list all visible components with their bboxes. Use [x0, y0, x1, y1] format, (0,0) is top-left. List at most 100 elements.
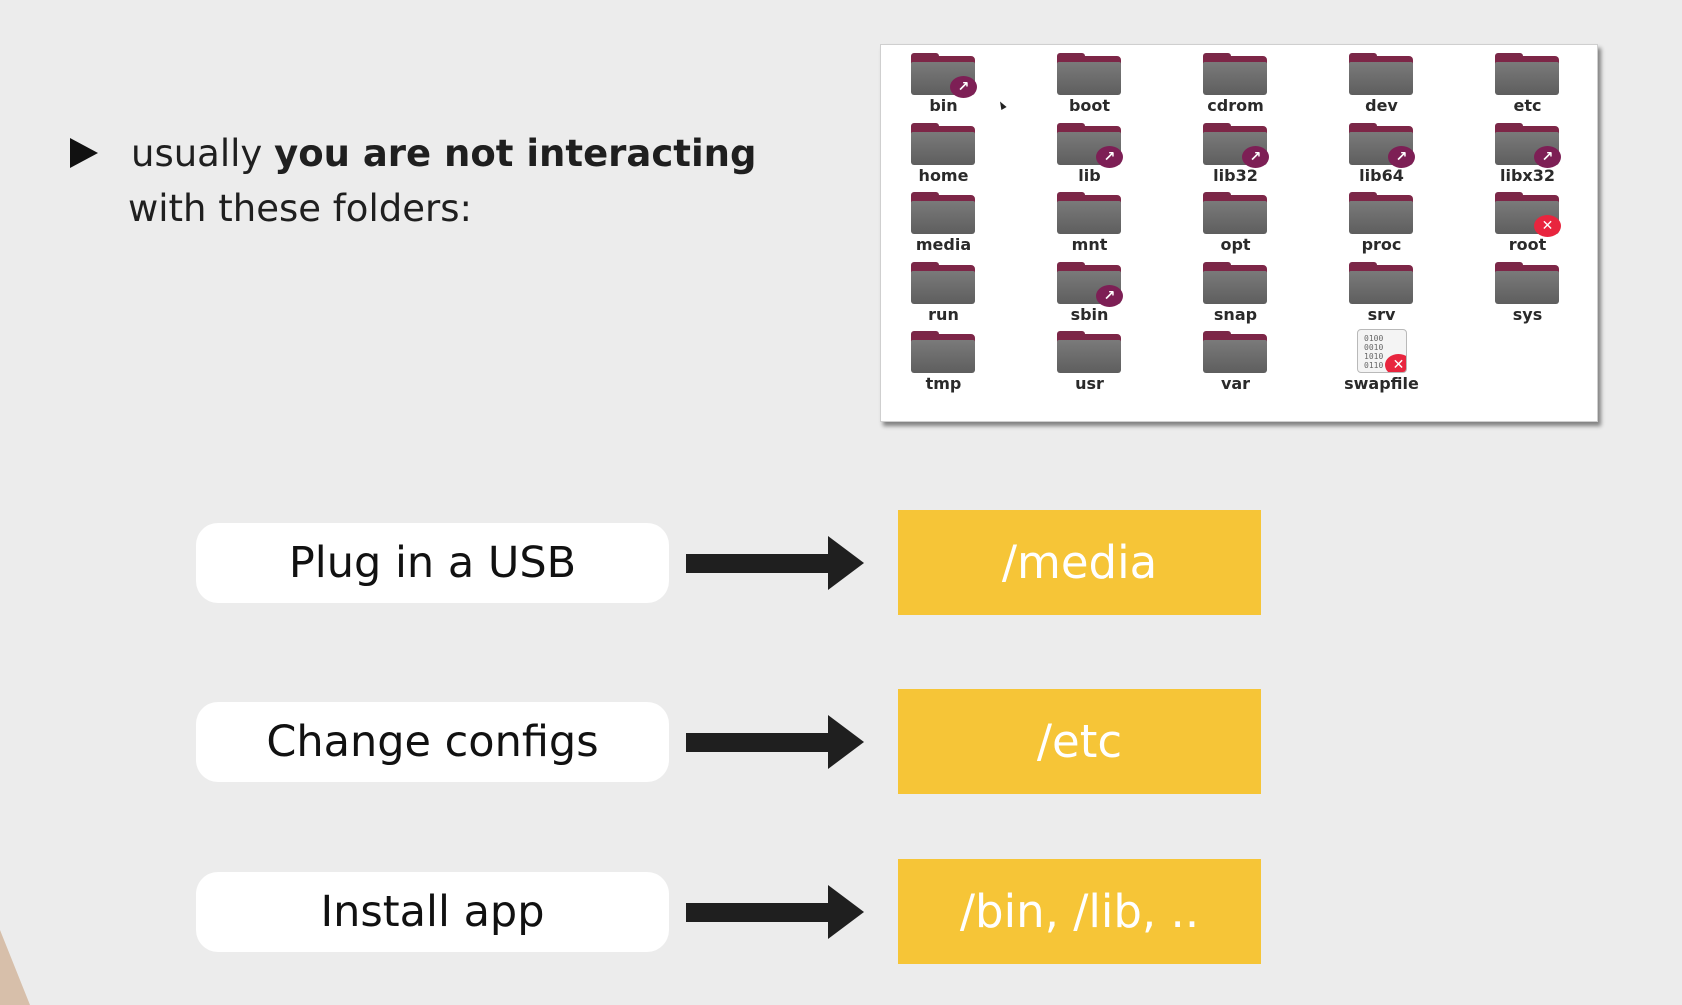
folder-icon	[1349, 53, 1413, 95]
folder-item-lib64[interactable]: ↗ lib64	[1319, 119, 1465, 189]
folder-icon	[1203, 331, 1267, 373]
folder-item-lib[interactable]: ↗ lib	[1027, 119, 1173, 189]
arrow-right-icon	[828, 715, 864, 769]
target-folder-box: /bin, /lib, ..	[898, 859, 1261, 964]
locked-badge-icon: ✕	[1534, 215, 1561, 237]
folder-label: mnt	[1071, 235, 1108, 254]
folder-icon	[1203, 192, 1267, 234]
mapping-row: Plug in a USB /media	[196, 510, 1266, 615]
folder-icon: ↗	[1057, 122, 1123, 168]
folder-icon	[1057, 53, 1121, 95]
bullet-line-1: usually you are not interacting	[131, 130, 757, 178]
symlink-badge-icon: ↗	[1388, 145, 1415, 168]
bullet-line-2: with these folders:	[128, 187, 472, 230]
folder-item-cdrom[interactable]: cdrom	[1173, 49, 1319, 119]
folder-item-usr[interactable]: usr	[1027, 327, 1173, 397]
folder-icon	[911, 261, 975, 304]
folder-item-var[interactable]: var	[1173, 327, 1319, 397]
arrow-right-icon	[828, 536, 864, 590]
folder-label: sys	[1512, 304, 1543, 324]
folder-label: usr	[1075, 374, 1104, 393]
symlink-badge-icon: ↗	[1096, 145, 1123, 168]
folder-label: lib	[1078, 165, 1101, 185]
folder-grid: ↗ bin boot cdrom dev etc home ↗ lib ↗ lib32 ↗ lib64 ↗…	[881, 45, 1611, 397]
folder-item-swapfile[interactable]: 0100 0010 1010 0110 ✕ swapfile	[1319, 327, 1465, 397]
folder-label: swapfile	[1344, 374, 1419, 393]
folder-icon: ↗	[1203, 122, 1269, 168]
folder-item-root[interactable]: ✕ root	[1465, 188, 1611, 258]
folder-item-media[interactable]: media	[881, 188, 1027, 258]
corner-decoration	[0, 930, 30, 1005]
folder-label: dev	[1365, 96, 1398, 115]
folder-icon: ↗	[911, 53, 977, 98]
folder-icon: ↗	[1057, 261, 1123, 307]
folder-icon	[1495, 53, 1559, 95]
arrow-right-icon	[828, 885, 864, 939]
folder-item-opt[interactable]: opt	[1173, 188, 1319, 258]
folder-label: media	[915, 235, 972, 254]
binary-file-icon: 0100 0010 1010 0110 ✕	[1357, 329, 1407, 373]
folder-label: tmp	[925, 374, 962, 393]
folder-label: boot	[1068, 96, 1111, 115]
bullet-emphasis: you are not interacting	[274, 132, 757, 175]
folder-item-bin[interactable]: ↗ bin	[881, 49, 1027, 119]
folder-item-libx32[interactable]: ↗ libx32	[1465, 119, 1611, 189]
arrow-shaft	[686, 733, 832, 752]
symlink-badge-icon: ↗	[950, 76, 977, 98]
folder-item-dev[interactable]: dev	[1319, 49, 1465, 119]
action-pill: Change configs	[196, 702, 669, 782]
folder-icon	[1495, 261, 1559, 304]
folder-label: srv	[1367, 304, 1396, 324]
folder-label: run	[928, 304, 959, 324]
folder-label: opt	[1220, 235, 1251, 254]
folder-icon	[1203, 53, 1267, 95]
folder-label: sbin	[1070, 304, 1109, 324]
folder-icon	[1057, 331, 1121, 373]
folder-item-srv[interactable]: srv	[1319, 258, 1465, 328]
folder-icon: ↗	[1349, 122, 1415, 168]
folder-item-etc[interactable]: etc	[1465, 49, 1611, 119]
file-browser-screenshot: ↗ bin boot cdrom dev etc home ↗ lib ↗ lib32 ↗ lib64 ↗…	[880, 44, 1598, 422]
locked-badge-icon: ✕	[1385, 354, 1406, 372]
triangle-bullet-icon	[70, 138, 98, 168]
mapping-row: Install app /bin, /lib, ..	[196, 859, 1266, 964]
target-folder-box: /etc	[898, 689, 1261, 794]
folder-icon	[1203, 261, 1267, 304]
folder-item-tmp[interactable]: tmp	[881, 327, 1027, 397]
folder-label: lib64	[1359, 165, 1404, 185]
arrow-shaft	[686, 903, 832, 922]
folder-label: proc	[1361, 235, 1402, 254]
folder-icon: ↗	[1495, 122, 1561, 168]
folder-icon	[1057, 192, 1121, 234]
folder-item-mnt[interactable]: mnt	[1027, 188, 1173, 258]
folder-item-run[interactable]: run	[881, 258, 1027, 328]
folder-label: home	[918, 165, 969, 185]
mapping-row: Change configs /etc	[196, 689, 1266, 794]
folder-icon	[1349, 261, 1413, 304]
folder-item-lib32[interactable]: ↗ lib32	[1173, 119, 1319, 189]
action-pill: Install app	[196, 872, 669, 952]
arrow-shaft	[686, 554, 832, 573]
bullet-intro: usually	[131, 132, 263, 175]
folder-label: libx32	[1499, 165, 1555, 185]
folder-icon	[911, 122, 975, 165]
folder-label: root	[1508, 235, 1547, 254]
folder-item-home[interactable]: home	[881, 119, 1027, 189]
folder-label: lib32	[1213, 165, 1258, 185]
folder-item-proc[interactable]: proc	[1319, 188, 1465, 258]
folder-item-boot[interactable]: boot	[1027, 49, 1173, 119]
symlink-badge-icon: ↗	[1242, 145, 1269, 168]
folder-item-sys[interactable]: sys	[1465, 258, 1611, 328]
folder-label: cdrom	[1207, 96, 1264, 115]
target-folder-box: /media	[898, 510, 1261, 615]
folder-item-snap[interactable]: snap	[1173, 258, 1319, 328]
folder-label: bin	[929, 96, 958, 115]
binary-glyph: 0100 0010 1010 0110	[1364, 334, 1384, 370]
folder-icon: ✕	[1495, 192, 1561, 237]
folder-icon	[911, 192, 975, 234]
folder-label: var	[1220, 374, 1251, 393]
action-pill: Plug in a USB	[196, 523, 669, 603]
folder-item-sbin[interactable]: ↗ sbin	[1027, 258, 1173, 328]
folder-icon	[911, 331, 975, 373]
symlink-badge-icon: ↗	[1096, 284, 1123, 307]
